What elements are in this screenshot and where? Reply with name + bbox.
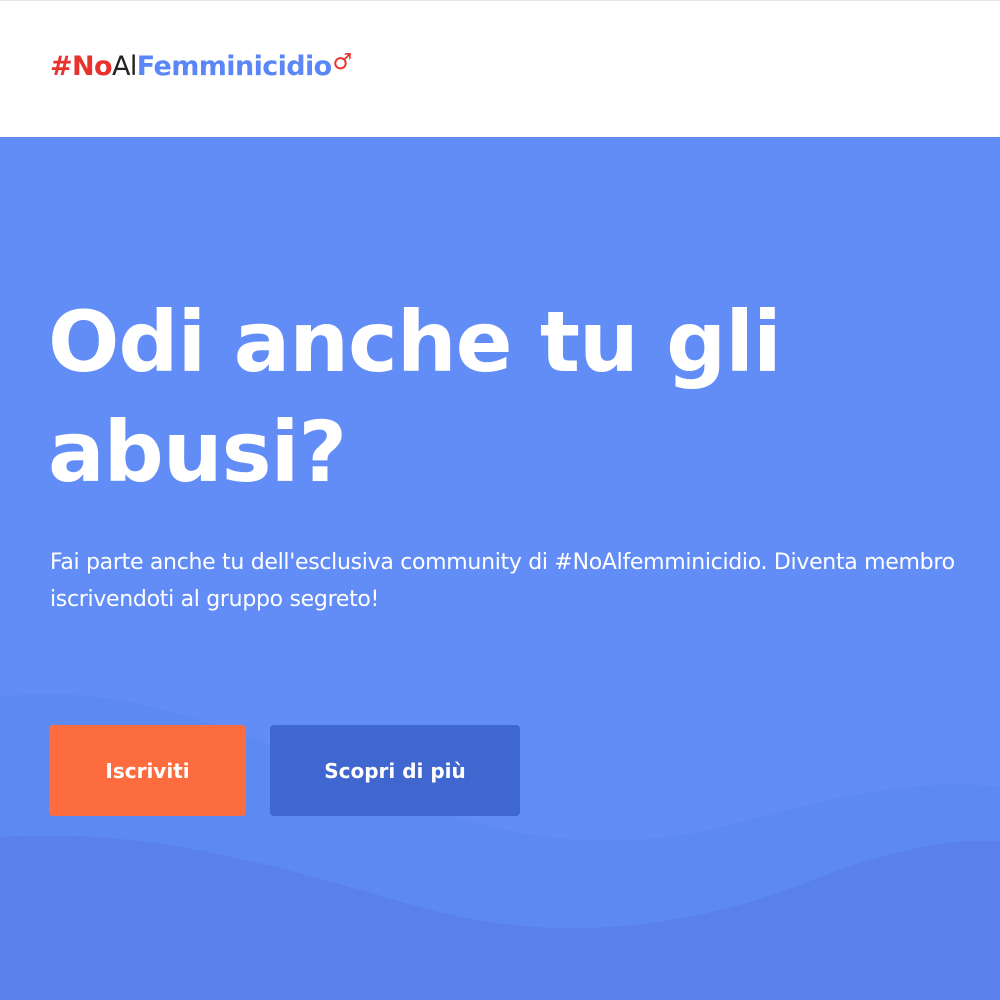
logo-part-hash-no: #No — [50, 51, 113, 82]
subscribe-button[interactable]: Iscriviti — [49, 725, 246, 816]
learn-more-button[interactable]: Scopri di più — [270, 725, 520, 816]
hero-subtext: Fai parte anche tu dell'esclusiva commun… — [50, 550, 955, 612]
logo-part-femminicidio: Femminicidio — [136, 51, 332, 82]
logo-part-al: Al — [111, 51, 137, 82]
hero-headline: Odi anche tu gli abusi? — [48, 293, 782, 501]
site-header: #No Al Femminicidio ♂ — [0, 0, 1000, 137]
site-logo[interactable]: #No Al Femminicidio ♂ — [50, 50, 353, 91]
mars-symbol-icon: ♂ — [332, 50, 353, 75]
hero-section: Odi anche tu gli abusi? Fai parte anche … — [0, 137, 1000, 1000]
